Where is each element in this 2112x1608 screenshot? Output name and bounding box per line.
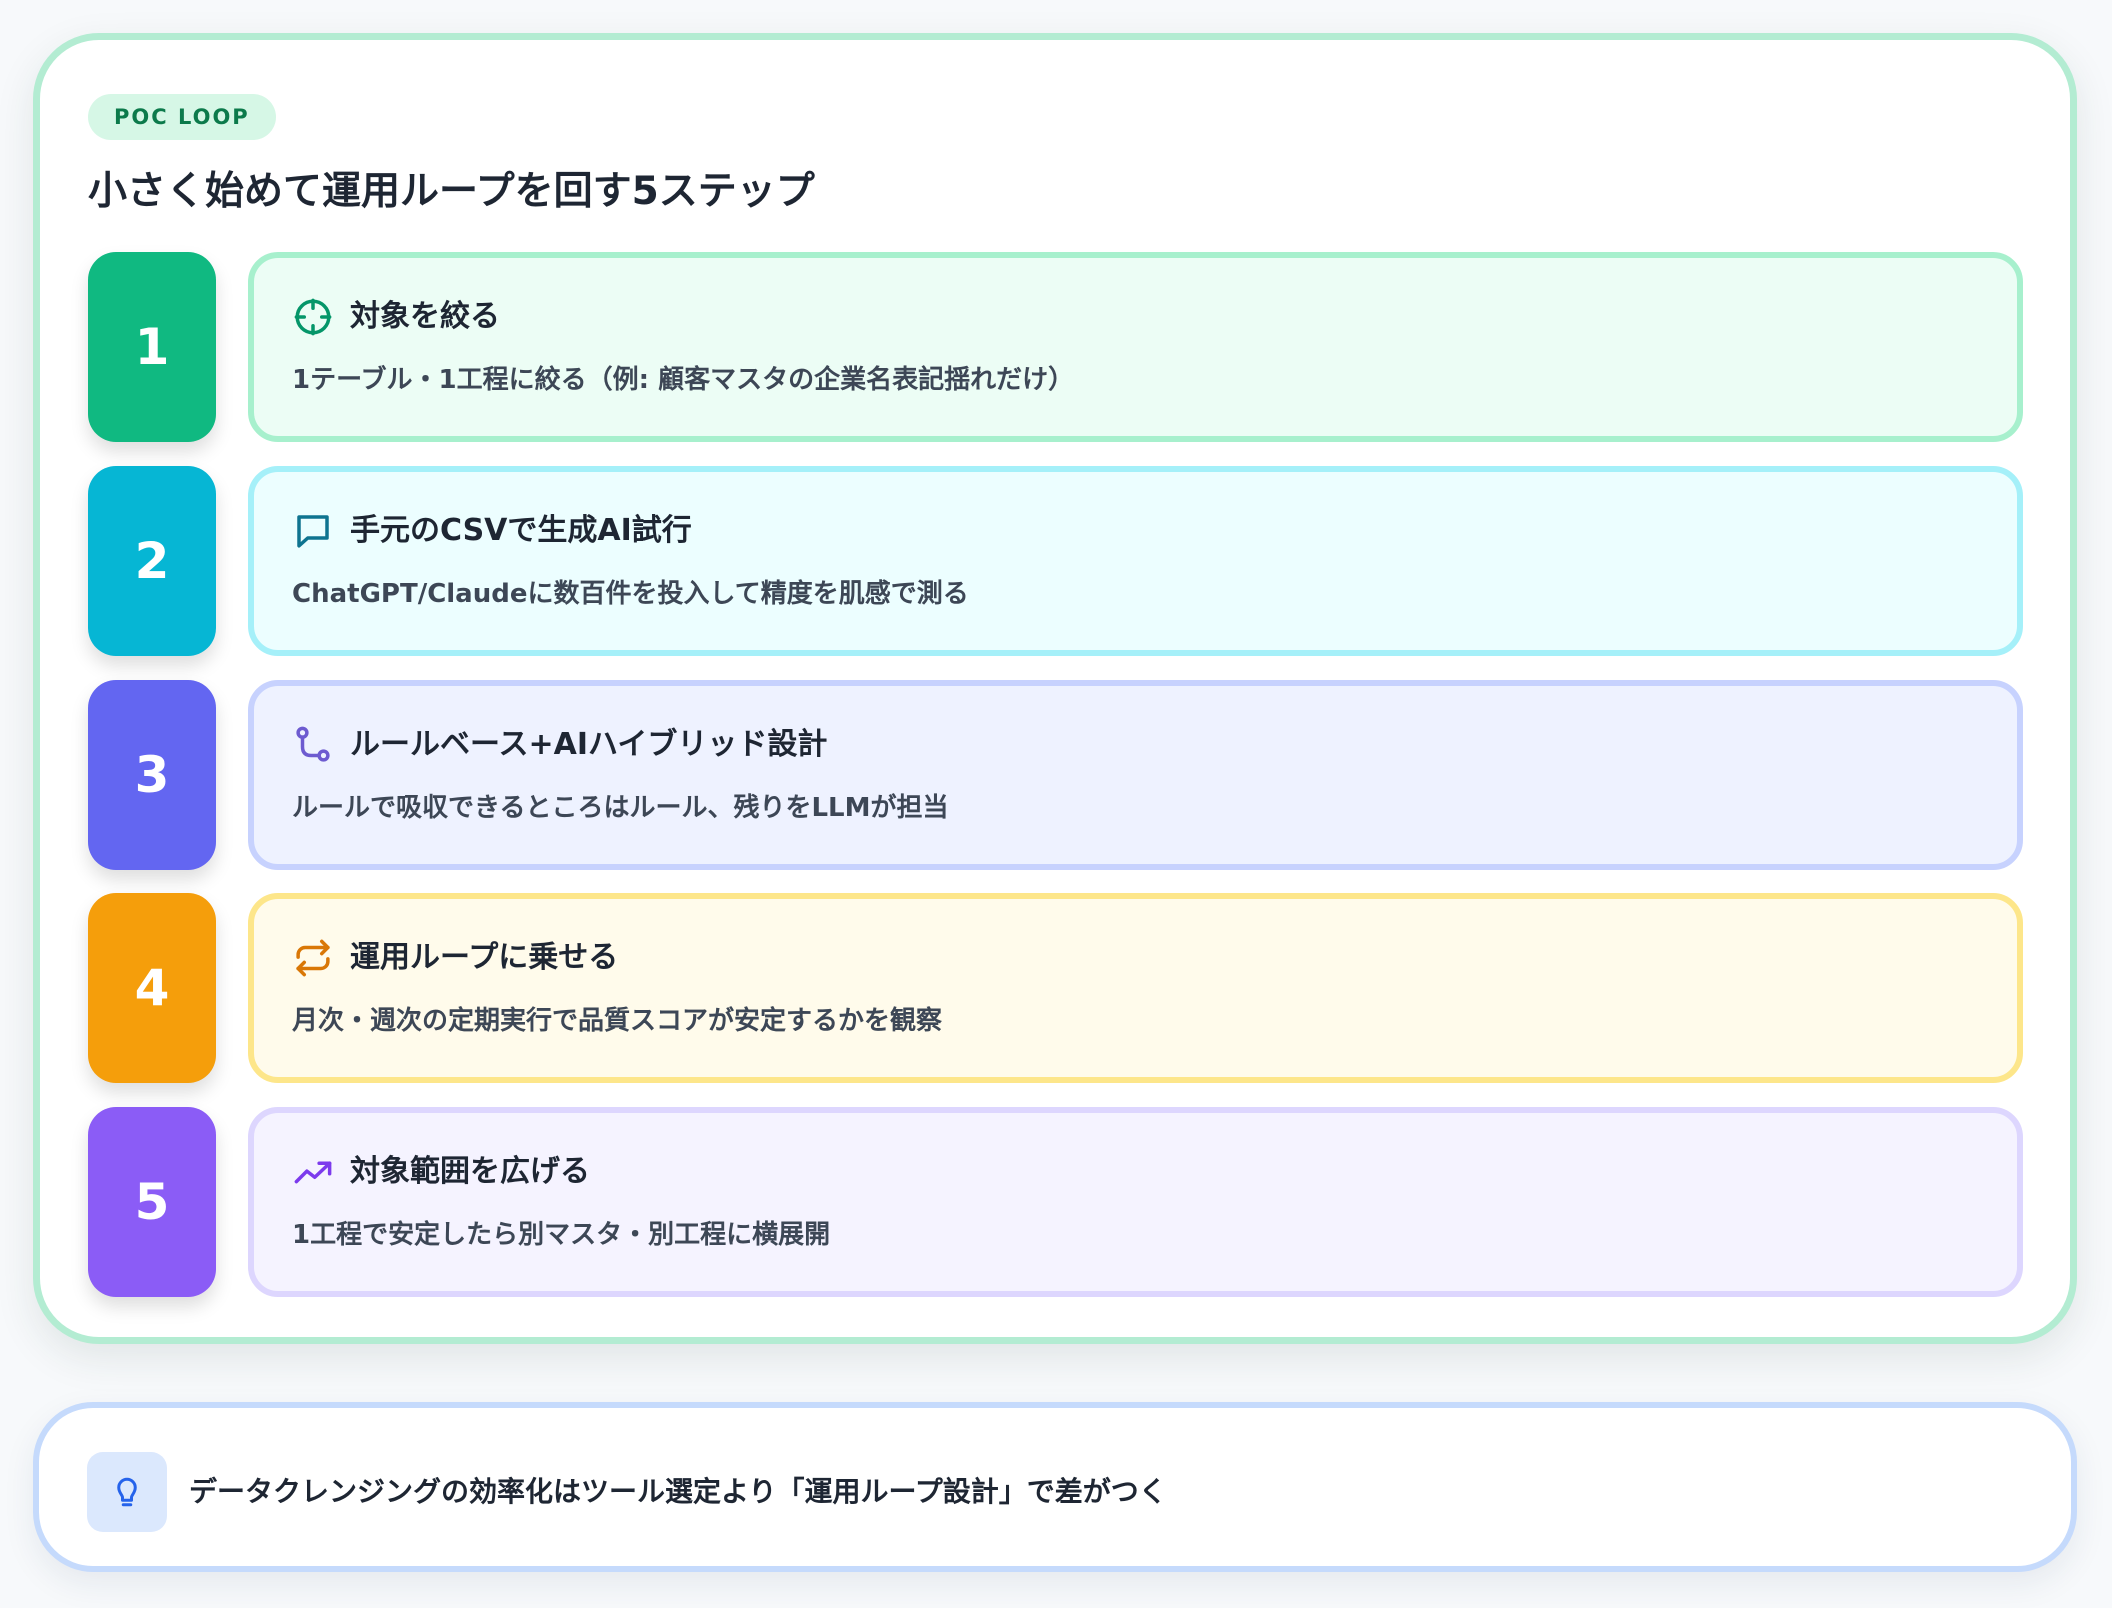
section-tag: POC LOOP	[88, 94, 276, 140]
step-card-3: ルールベース+AIハイブリッド設計 ルールで吸収できるところはルール、残りをLL…	[248, 680, 2023, 870]
step-title-4: 運用ループに乗せる	[350, 940, 619, 975]
step-description-3: ルールで吸収できるところはルール、残りをLLMが担当	[292, 793, 949, 823]
step-title-1: 対象を絞る	[350, 299, 500, 334]
step-card-1: 対象を絞る 1テーブル・1工程に絞る（例: 顧客マスタの企業名表記揺れだけ）	[248, 252, 2023, 442]
trending-up-icon	[294, 1161, 332, 1184]
route-icon	[296, 726, 330, 762]
lightbulb-icon	[117, 1477, 137, 1507]
step-number-5: 5	[88, 1107, 216, 1297]
step-card-4: 運用ループに乗せる 月次・週次の定期実行で品質スコアが安定するかを観察	[248, 893, 2023, 1083]
step-description-2: ChatGPT/Claudeに数百件を投入して精度を肌感で測る	[292, 579, 969, 609]
step-card-5: 対象範囲を広げる 1工程で安定したら別マスタ・別工程に横展開	[248, 1107, 2023, 1297]
step-card-2: 手元のCSVで生成AI試行 ChatGPT/Claudeに数百件を投入して精度を…	[248, 466, 2023, 656]
chat-icon	[297, 515, 329, 548]
step-title-3: ルールベース+AIハイブリッド設計	[350, 727, 828, 762]
tip-card: データクレンジングの効率化はツール選定より「運用ループ設計」で差がつく	[33, 1402, 2077, 1572]
repeat-icon	[296, 939, 330, 977]
step-number-1: 1	[88, 252, 216, 442]
crosshair-icon	[294, 298, 332, 336]
page-title: 小さく始めて運用ループを回す5ステップ	[88, 169, 815, 214]
step-description-5: 1工程で安定したら別マスタ・別工程に横展開	[292, 1220, 831, 1250]
step-number-3: 3	[88, 680, 216, 870]
tip-icon-box	[87, 1452, 167, 1532]
step-description-1: 1テーブル・1工程に絞る（例: 顧客マスタの企業名表記揺れだけ）	[292, 365, 1075, 395]
step-description-4: 月次・週次の定期実行で品質スコアが安定するかを観察	[292, 1006, 943, 1036]
step-title-2: 手元のCSVで生成AI試行	[350, 513, 692, 548]
step-number-2: 2	[88, 466, 216, 656]
tip-text: データクレンジングの効率化はツール選定より「運用ループ設計」で差がつく	[189, 1475, 1167, 1508]
step-number-4: 4	[88, 893, 216, 1083]
step-title-5: 対象範囲を広げる	[350, 1154, 590, 1189]
